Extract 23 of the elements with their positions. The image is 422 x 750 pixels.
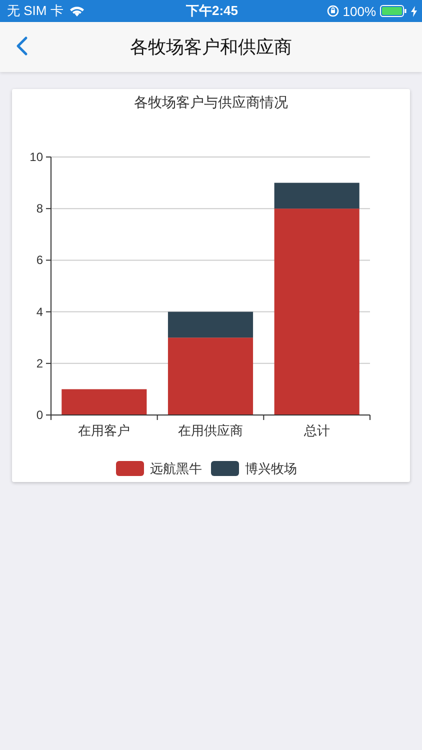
axis-category-label: 在用供应商 [178,423,243,438]
axis-category-label: 在用客户 [78,423,130,438]
carrier-label: 无 SIM 卡 [7,2,64,20]
wifi-icon [69,5,86,17]
axis-tick-label: 8 [36,202,43,216]
legend-swatch[interactable] [116,461,144,476]
rotation-lock-icon [326,5,339,17]
axis-tick-label: 4 [36,304,43,319]
axis-tick-label: 0 [36,408,43,422]
page-title: 各牧场客户和供应商 [130,36,292,59]
back-button[interactable] [14,36,30,58]
legend-label[interactable]: 远航黑牛 [150,461,202,476]
chart-title: 各牧场客户与供应商情况 [134,94,288,110]
battery-percent: 100% [342,4,376,18]
status-time: 下午2:45 [186,2,238,20]
axis-tick-label: 6 [36,253,43,268]
axis-tick-label: 2 [36,356,43,370]
axis-category-label: 总计 [304,423,330,438]
legend-swatch[interactable] [211,461,239,476]
axis-tick-label: 10 [30,150,43,164]
battery-icon [380,5,407,17]
legend-label[interactable]: 博兴牧场 [245,461,297,476]
charging-bolt-icon [411,6,417,16]
